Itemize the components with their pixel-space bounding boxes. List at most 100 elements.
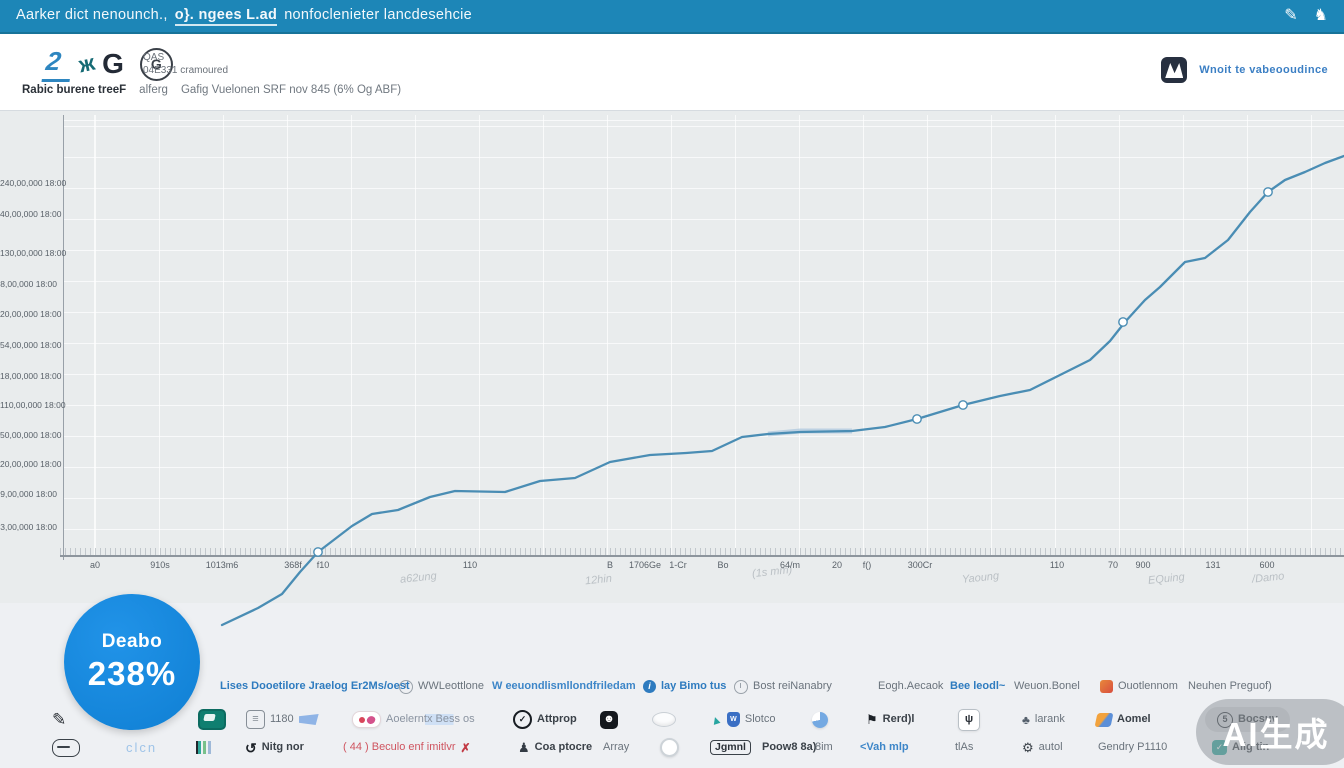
bird-icon: ▲ [708, 712, 723, 727]
app-tile[interactable]: ☻ [600, 707, 618, 732]
checkc-icon: ✓ [513, 710, 532, 729]
menu-1180[interactable]: ≡1180 [246, 707, 319, 732]
bird-mark-icon[interactable]: ♞ [1314, 8, 1328, 24]
rerdl-label: Rerd)l [883, 714, 915, 725]
ai-watermark-label: AI生成 [1223, 708, 1330, 756]
link-leottlone[interactable]: WWLeottlone [399, 678, 484, 695]
link-neuhen-label: Neuhen Preguof) [1188, 681, 1272, 692]
x-axis-line [60, 555, 1344, 557]
pie-badge[interactable] [812, 707, 828, 732]
link-eeuondl[interactable]: W eeuondlismllondfriledam [492, 678, 636, 695]
clockc-icon [734, 680, 748, 694]
title-segment-2: o}. ngees L.ad [175, 7, 278, 26]
top-bar: Aarker dict nenounch., o}. ngees L.ad no… [0, 0, 1344, 34]
app-root: Aarker dict nenounch., o}. ngees L.ad no… [0, 0, 1344, 768]
card-outline[interactable] [52, 735, 80, 760]
link-bee-leodl[interactable]: Bee leodl~ [950, 678, 1005, 695]
fire-icon [1100, 680, 1113, 693]
ellipse-icon [652, 712, 676, 727]
brand-meta: QAS 04E331 cramoured [143, 51, 228, 77]
camera-icon [198, 709, 226, 730]
aoelerntx[interactable]: Aoelerntx Bess os [352, 707, 475, 732]
aomel-label: Aomel [1117, 714, 1151, 725]
appdark-icon: ☻ [600, 711, 618, 729]
swoosh-icon [1095, 713, 1114, 727]
slotco[interactable]: ▲ W Slotco [710, 707, 775, 732]
tlas[interactable]: tlAs [955, 735, 973, 760]
array[interactable]: Array [603, 735, 629, 760]
larank[interactable]: ♣ larank [1022, 707, 1065, 732]
circle-disc[interactable] [660, 735, 679, 760]
link-weuon-label: Weuon.Bonel [1014, 681, 1080, 692]
squiggle-icon[interactable]: ✎ [1284, 8, 1297, 24]
autol[interactable]: ⚙autol [1022, 735, 1063, 760]
signature-sketch[interactable]: ✎ [52, 707, 66, 732]
paw-icon: ♣ [1022, 714, 1030, 726]
links-row: Lises Dooetilore Jraelog Er2Ms/oest WWLeo… [0, 678, 1344, 695]
aoelerntx-label: Aoelerntx Bess os [386, 714, 475, 725]
top-bar-icons: ✎ ♞ [1284, 8, 1328, 24]
slotco-label: Slotco [745, 714, 776, 725]
cross-icon: ✗ [460, 742, 470, 754]
link-weuon[interactable]: Weuon.Bonel [1014, 678, 1080, 695]
brand-scribble-icon: ж [77, 50, 98, 79]
link-eogh[interactable]: Eogh.Aecaok [878, 678, 943, 695]
icon-row-2: clcn ↺Nitg nor ( 44 ) Beculo enf imitlvr ✗ ♟… [0, 735, 1344, 760]
nitg-nor[interactable]: ↺Nitg nor [245, 735, 304, 760]
top-bar-title: Aarker dict nenounch., o}. ngees L.ad no… [16, 7, 472, 26]
nitg-nor-label: Nitg nor [262, 742, 304, 753]
jgmnl[interactable]: Jgmnl [710, 735, 751, 760]
array-label: Array [603, 742, 629, 753]
gear-icon: ⚙ [1022, 741, 1034, 754]
camera-chip[interactable] [198, 707, 226, 732]
brand-meta-line2: 04E331 cramoured [143, 64, 228, 77]
coa-ptocre[interactable]: ♟Coa ptocre [518, 735, 592, 760]
link-lay-bimo[interactable]: i lay Bimo tus [643, 678, 726, 695]
tlas-label: tlAs [955, 742, 973, 753]
pie-icon [812, 712, 828, 728]
aomel[interactable]: Aomel [1096, 707, 1151, 732]
link-dooetilore[interactable]: Lises Dooetilore Jraelog Er2Ms/oest [220, 678, 410, 695]
attprop-label: Attprop [537, 714, 577, 725]
gendry[interactable]: Gendry P1110 [1098, 735, 1167, 760]
toolbar-link-label: Wnoit te vabeooudince [1199, 64, 1328, 76]
link-neuhen[interactable]: Neuhen Preguof) [1188, 678, 1272, 695]
vah-mlp-label: <Vah mlp [860, 742, 909, 753]
wbox-icon: ψ [958, 709, 980, 731]
rerdl[interactable]: ⚑Rerd)l [866, 707, 914, 732]
info-icon: i [643, 680, 656, 693]
circleo-icon [660, 738, 679, 757]
clcn[interactable]: clcn [126, 735, 157, 760]
toolbar: 2 ж G G QAS 04E331 cramoured Rabic buren… [0, 34, 1344, 111]
gendry-label: Gendry P1110 [1098, 742, 1167, 753]
vah-mlp[interactable]: <Vah mlp [860, 735, 909, 760]
link-bost-label: Bost reiNanabry [753, 681, 832, 692]
8im[interactable]: 8im [815, 735, 833, 760]
ellipse-disc[interactable] [652, 707, 676, 732]
app-logo-icon [1161, 57, 1187, 83]
link-eeuondl-label: W eeuondlismllondfriledam [492, 681, 636, 692]
bars-chart[interactable] [196, 735, 213, 760]
larank-label: larank [1035, 714, 1065, 725]
beculo[interactable]: ( 44 ) Beculo enf imitlvr ✗ [343, 735, 471, 760]
person-icon: ♟ [518, 741, 530, 754]
shield-icon: W [727, 712, 740, 727]
link-leottlone-label: WWLeottlone [418, 681, 484, 692]
attprop[interactable]: ✓ Attprop [513, 707, 577, 732]
toolbar-right-link[interactable]: Wnoit te vabeooudince [1161, 57, 1328, 83]
link-bost[interactable]: Bost reiNanabry [734, 678, 832, 695]
beculo-label: ( 44 ) Beculo enf imitlvr [343, 742, 455, 753]
flagblue-icon [299, 714, 319, 725]
subtitle-bold: Rabic burene treeF [22, 84, 126, 96]
link-lay-bimo-label: lay Bimo tus [661, 681, 726, 692]
w-tile[interactable]: ψ [958, 707, 980, 732]
poow8-label: Poow8 8a) [762, 742, 816, 753]
poow8[interactable]: Poow8 8a) [762, 735, 816, 760]
ai-generated-watermark: AI生成 [1196, 699, 1344, 765]
link-eogh-label: Eogh.Aecaok [878, 681, 943, 692]
menu-box-icon: ≡ [246, 710, 265, 729]
y-axis-line [63, 115, 64, 560]
brand-2-logo: 2 [41, 46, 75, 82]
clockc-icon [399, 680, 413, 694]
link-ouotlennom[interactable]: Ouotlennom [1100, 678, 1178, 695]
